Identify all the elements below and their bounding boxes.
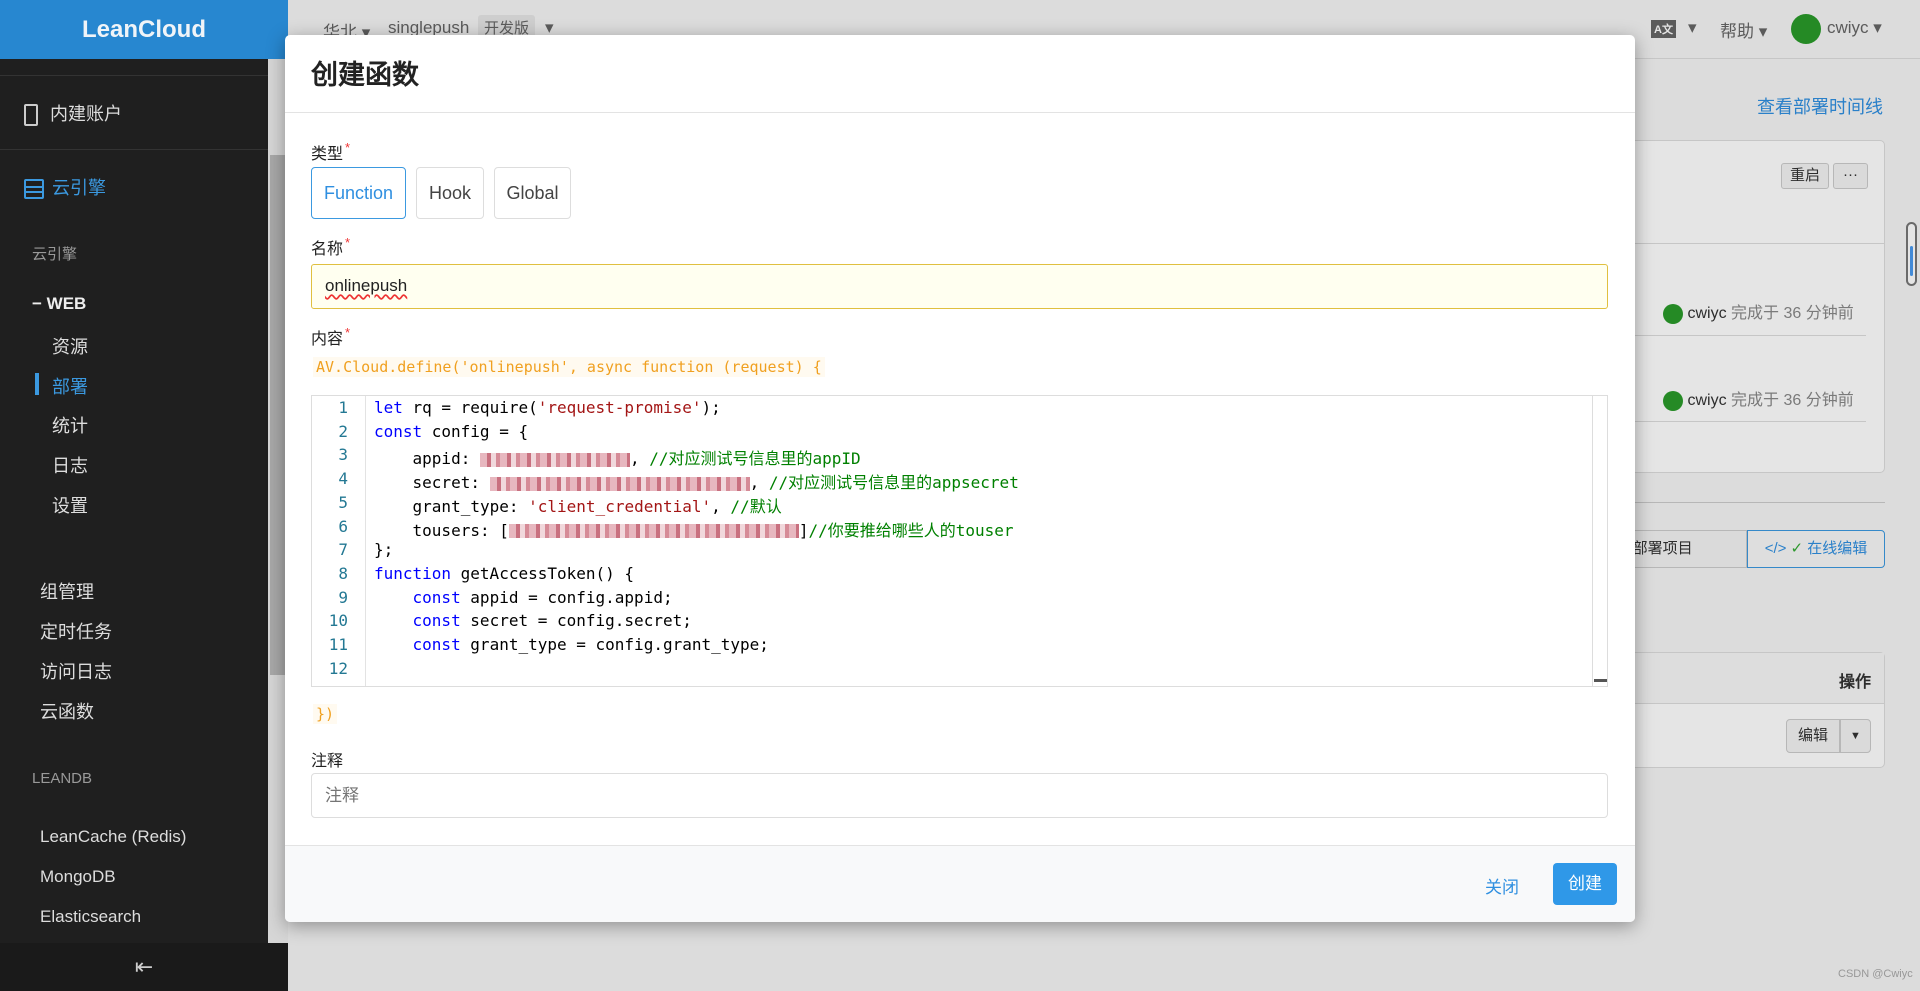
sidebar-item-leancache[interactable]: LeanCache (Redis): [40, 827, 186, 847]
code-token: const: [412, 611, 461, 631]
line-number: 8: [338, 563, 348, 583]
code-token: 'request-promise': [537, 398, 702, 417]
code-line: const config = {: [374, 422, 528, 441]
line-number: 1: [338, 398, 348, 417]
note-input[interactable]: [311, 773, 1608, 818]
content-label: 内容 *: [311, 325, 351, 348]
code-line: const appid = config.appid;: [374, 588, 673, 607]
code-token: appid = config.appid;: [470, 587, 673, 607]
editor-scrollbar[interactable]: [1594, 679, 1607, 682]
code-token: ,: [629, 449, 650, 469]
sidebar-item-mongodb[interactable]: MongoDB: [40, 867, 116, 887]
type-global-button[interactable]: Global: [494, 167, 571, 219]
code-token: //你要推给哪些人的touser: [808, 520, 1014, 540]
line-number: 2: [338, 421, 348, 441]
code-token: tousers: [: [374, 520, 509, 540]
code-token: function: [374, 563, 452, 583]
code-token: grant_type:: [374, 496, 529, 516]
sidebar-group-web[interactable]: − WEB: [32, 294, 86, 314]
line-number: 12: [328, 658, 348, 678]
code-token: let: [374, 398, 403, 417]
code-token: config = {: [431, 421, 529, 441]
line-number: 10: [328, 611, 348, 631]
line-number: 9: [338, 587, 348, 607]
server-icon: [24, 179, 44, 200]
code-token: getAccessToken() {: [460, 563, 635, 583]
sidebar-scroll-thumb[interactable]: [270, 155, 286, 675]
code-token: secret:: [374, 473, 490, 493]
code-line: };: [374, 540, 393, 559]
sidebar-item-groups[interactable]: 组管理: [40, 578, 94, 604]
code-token: };: [374, 540, 394, 560]
line-number: 5: [338, 492, 348, 512]
sidebar-item-deploy[interactable]: 部署: [52, 373, 88, 399]
create-button[interactable]: 创建: [1553, 863, 1617, 905]
sidebar-item-resources[interactable]: 资源: [52, 333, 88, 359]
code-line: secret: , //对应测试号信息里的appsecret: [374, 469, 1019, 493]
code-token: rq = require(: [412, 398, 538, 417]
dialog-title: 创建函数: [311, 60, 419, 90]
code-line: let rq = require('request-promise');: [374, 398, 721, 417]
logo: LeanCloud: [0, 0, 288, 59]
redacted-value: [489, 476, 750, 491]
code-prefix: AV.Cloud.define('onlinepush', async func…: [313, 357, 825, 377]
collapse-left-icon[interactable]: ⇤: [0, 943, 288, 991]
code-token: appid:: [374, 449, 480, 469]
create-function-dialog: 创建函数 类型 * Function Hook Global 名称 * online…: [285, 35, 1635, 922]
id-card-icon: [24, 104, 38, 127]
code-line: function getAccessToken() {: [374, 564, 634, 583]
redacted-value: [508, 524, 799, 538]
code-token: ,: [711, 496, 731, 516]
type-label: 类型 *: [311, 140, 351, 163]
sidebar-item-logs[interactable]: 日志: [52, 452, 88, 478]
code-token: //默认: [730, 496, 782, 516]
dialog-footer: [285, 845, 1635, 922]
sidebar-item-users[interactable]: 内建账户: [24, 100, 122, 127]
code-token: const: [374, 421, 423, 441]
sidebar: LeanCloud 内建账户 云引擎 云引擎 − WEB 资源 部署 统计 日志…: [0, 0, 288, 991]
type-hook-button[interactable]: Hook: [416, 167, 484, 219]
code-suffix: }): [313, 704, 338, 724]
code-line: tousers: []//你要推给哪些人的touser: [374, 517, 1014, 541]
code-line: const grant_type = config.grant_type;: [374, 635, 769, 654]
note-label: 注释: [311, 753, 344, 770]
sidebar-item-access-logs[interactable]: 访问日志: [40, 658, 112, 684]
code-token: grant_type = config.grant_type;: [470, 635, 769, 654]
sidebar-item-stats[interactable]: 统计: [52, 412, 88, 438]
code-token: const: [412, 635, 461, 654]
code-token: secret = config.secret;: [470, 611, 692, 631]
code-line: const secret = config.secret;: [374, 611, 692, 630]
sidebar-item-functions[interactable]: 云函数: [40, 698, 94, 724]
redacted-value: [479, 452, 630, 467]
section-label: LEANDB: [32, 770, 93, 787]
code-token: ,: [749, 473, 769, 493]
sidebar-item-settings[interactable]: 设置: [52, 492, 88, 518]
code-line: appid: , //对应测试号信息里的appID: [374, 445, 861, 469]
section-label: 云引擎: [32, 246, 78, 263]
code-line: grant_type: 'client_credential', //默认: [374, 493, 782, 517]
code-token: //对应测试号信息里的appID: [649, 449, 861, 469]
line-number: 6: [338, 516, 348, 536]
sidebar-item-cron[interactable]: 定时任务: [40, 618, 112, 644]
line-number: 7: [338, 540, 348, 560]
close-button[interactable]: 关闭: [1485, 873, 1519, 898]
name-label: 名称 *: [311, 235, 351, 258]
code-token: //对应测试号信息里的appsecret: [768, 473, 1019, 493]
code-token: ]: [798, 520, 809, 540]
line-number-gutter: 1 2 3 4 5 6 7 8 9 10 11 12: [312, 396, 366, 686]
line-number: 3: [338, 445, 348, 465]
type-function-button[interactable]: Function: [311, 167, 406, 219]
sidebar-item-cloud-engine[interactable]: 云引擎: [24, 174, 106, 200]
sidebar-item-elasticsearch[interactable]: Elasticsearch: [40, 907, 141, 927]
code-token: );: [701, 398, 721, 417]
line-number: 4: [338, 469, 348, 489]
code-token: 'client_credential': [528, 496, 712, 516]
name-input[interactable]: onlinepush: [311, 264, 1608, 309]
code-editor[interactable]: 1 2 3 4 5 6 7 8 9 10 11 12 let rq = require('request…: [311, 395, 1608, 687]
line-number: 11: [328, 635, 348, 654]
code-token: const: [412, 587, 461, 607]
